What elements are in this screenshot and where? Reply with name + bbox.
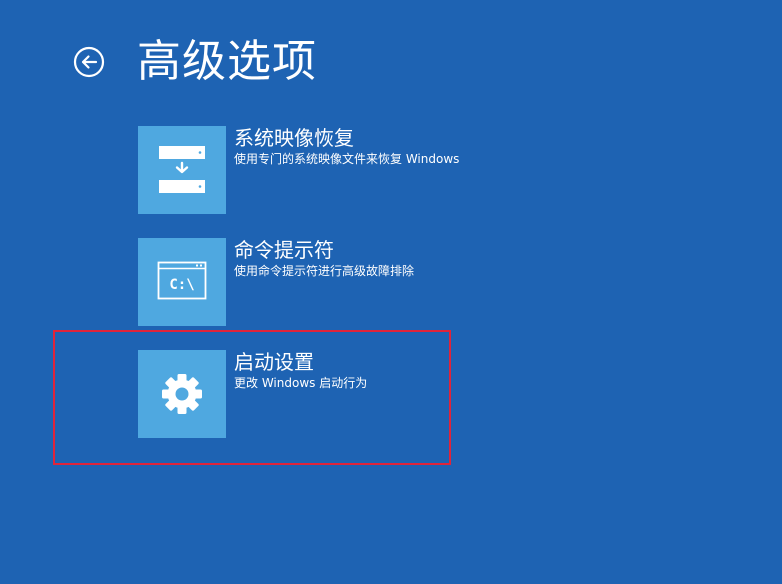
command-prompt-icon: C:\ [157,261,207,300]
option-tile [138,350,226,438]
option-title: 系统映像恢复 [234,126,354,150]
option-tile [138,126,226,214]
option-description: 使用命令提示符进行高级故障排除 [234,264,415,278]
option-command-prompt[interactable]: C:\ 命令提示符 使用命令提示符进行高级故障排除 [138,238,468,326]
option-title: 命令提示符 [234,238,334,262]
system-image-recovery-icon [159,146,205,193]
option-tile: C:\ [138,238,226,326]
prompt-text: C:\ [169,277,194,293]
option-description: 使用专门的系统映像文件来恢复 Windows [234,152,460,166]
back-button[interactable] [73,46,105,78]
option-title: 启动设置 [234,350,314,374]
option-description: 更改 Windows 启动行为 [234,376,368,390]
option-startup-settings[interactable]: 启动设置 更改 Windows 启动行为 [138,350,468,438]
page-title: 高级选项 [137,36,317,87]
back-arrow-icon [73,46,105,78]
option-system-image-recovery[interactable]: 系统映像恢复 使用专门的系统映像文件来恢复 Windows [138,126,468,214]
gear-icon [162,374,202,414]
